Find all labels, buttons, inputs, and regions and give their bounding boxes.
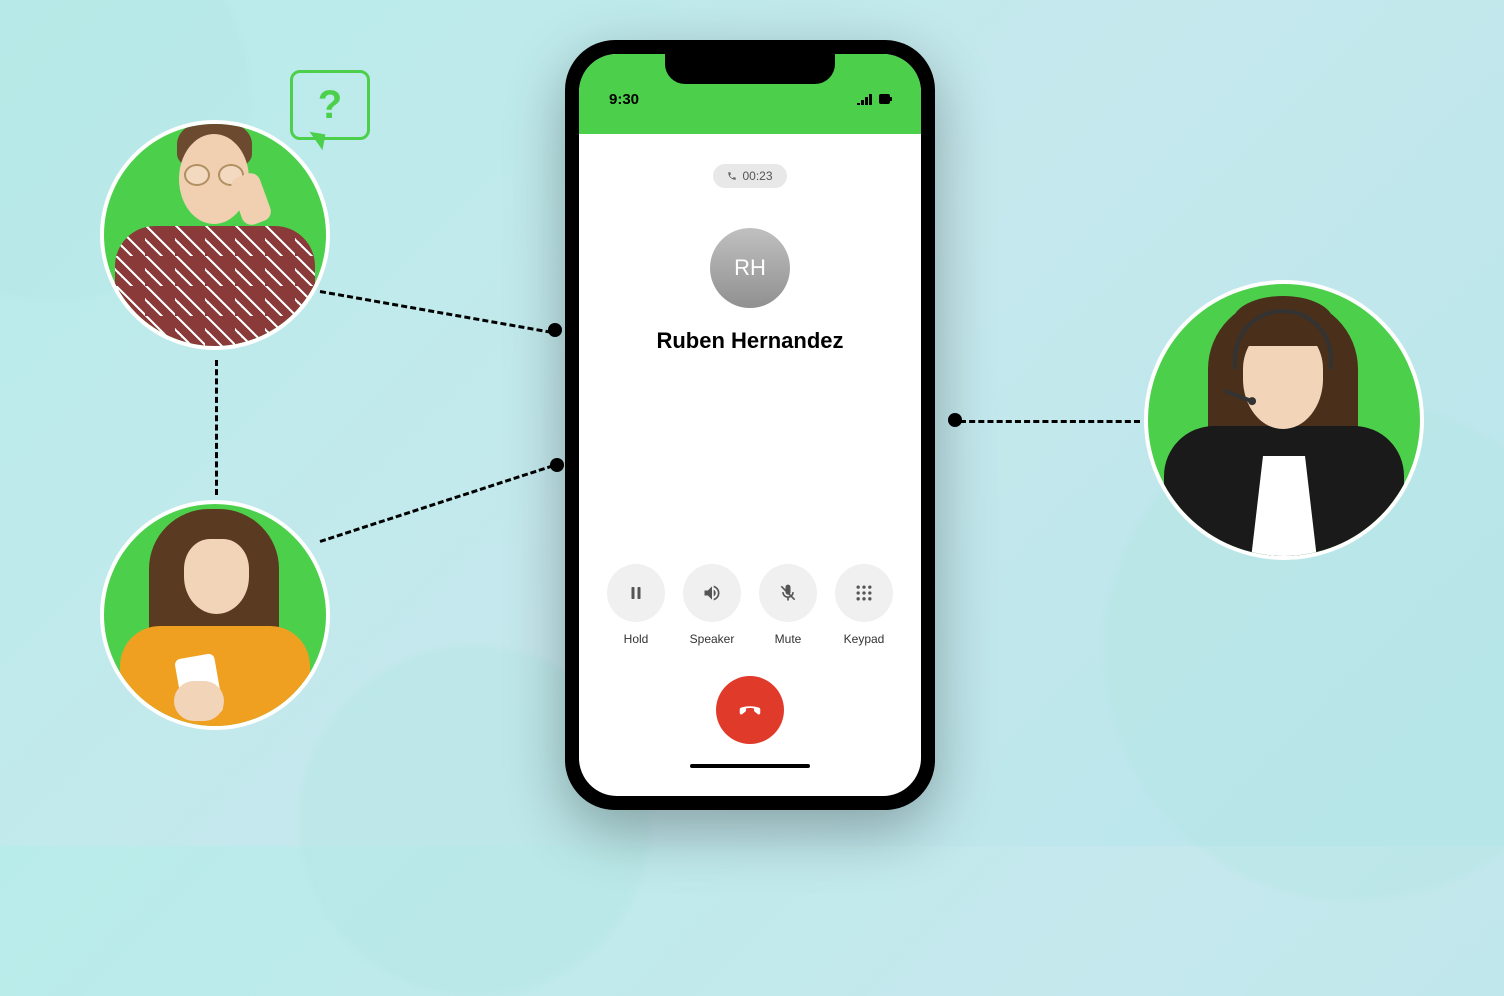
agent-person	[1144, 280, 1424, 560]
call-timer-pill: 00:23	[713, 164, 786, 188]
hangup-icon	[735, 695, 765, 725]
connector-line-2	[320, 464, 554, 543]
avatar-initials: RH	[734, 255, 766, 281]
hangup-button[interactable]	[716, 676, 784, 744]
hold-button[interactable]	[607, 564, 665, 622]
call-duration: 00:23	[742, 169, 772, 183]
phone-mockup: 9:30 00:23 RH Ruben Hernandez Hold	[565, 40, 935, 810]
keypad-button[interactable]	[835, 564, 893, 622]
question-mark: ?	[318, 83, 342, 128]
hold-label: Hold	[624, 632, 649, 646]
mute-label: Mute	[775, 632, 802, 646]
keypad-icon	[854, 583, 874, 603]
speaker-label: Speaker	[690, 632, 735, 646]
mute-icon	[778, 583, 798, 603]
phone-icon	[727, 171, 737, 181]
connector-dot-3	[948, 413, 962, 427]
keypad-label: Keypad	[844, 632, 885, 646]
status-time: 9:30	[609, 91, 639, 108]
signal-icon	[856, 93, 874, 105]
caller-person-1	[100, 120, 330, 350]
caller-avatar: RH	[710, 228, 790, 308]
pause-icon	[627, 584, 645, 602]
connector-line-vertical	[215, 360, 218, 495]
home-indicator	[690, 764, 810, 768]
battery-icon	[879, 93, 893, 105]
status-icons	[856, 93, 893, 105]
caller-person-2	[100, 500, 330, 730]
speaker-icon	[702, 583, 722, 603]
connector-line-1	[320, 290, 552, 334]
caller-name: Ruben Hernandez	[656, 328, 843, 354]
connector-dot-1	[548, 323, 562, 337]
call-actions-row: Hold Speaker Mute	[607, 564, 893, 646]
connector-dot-2	[550, 458, 564, 472]
speaker-button[interactable]	[683, 564, 741, 622]
phone-notch	[665, 54, 835, 84]
connector-line-3	[960, 420, 1140, 423]
mute-button[interactable]	[759, 564, 817, 622]
question-bubble-icon: ?	[290, 70, 370, 140]
